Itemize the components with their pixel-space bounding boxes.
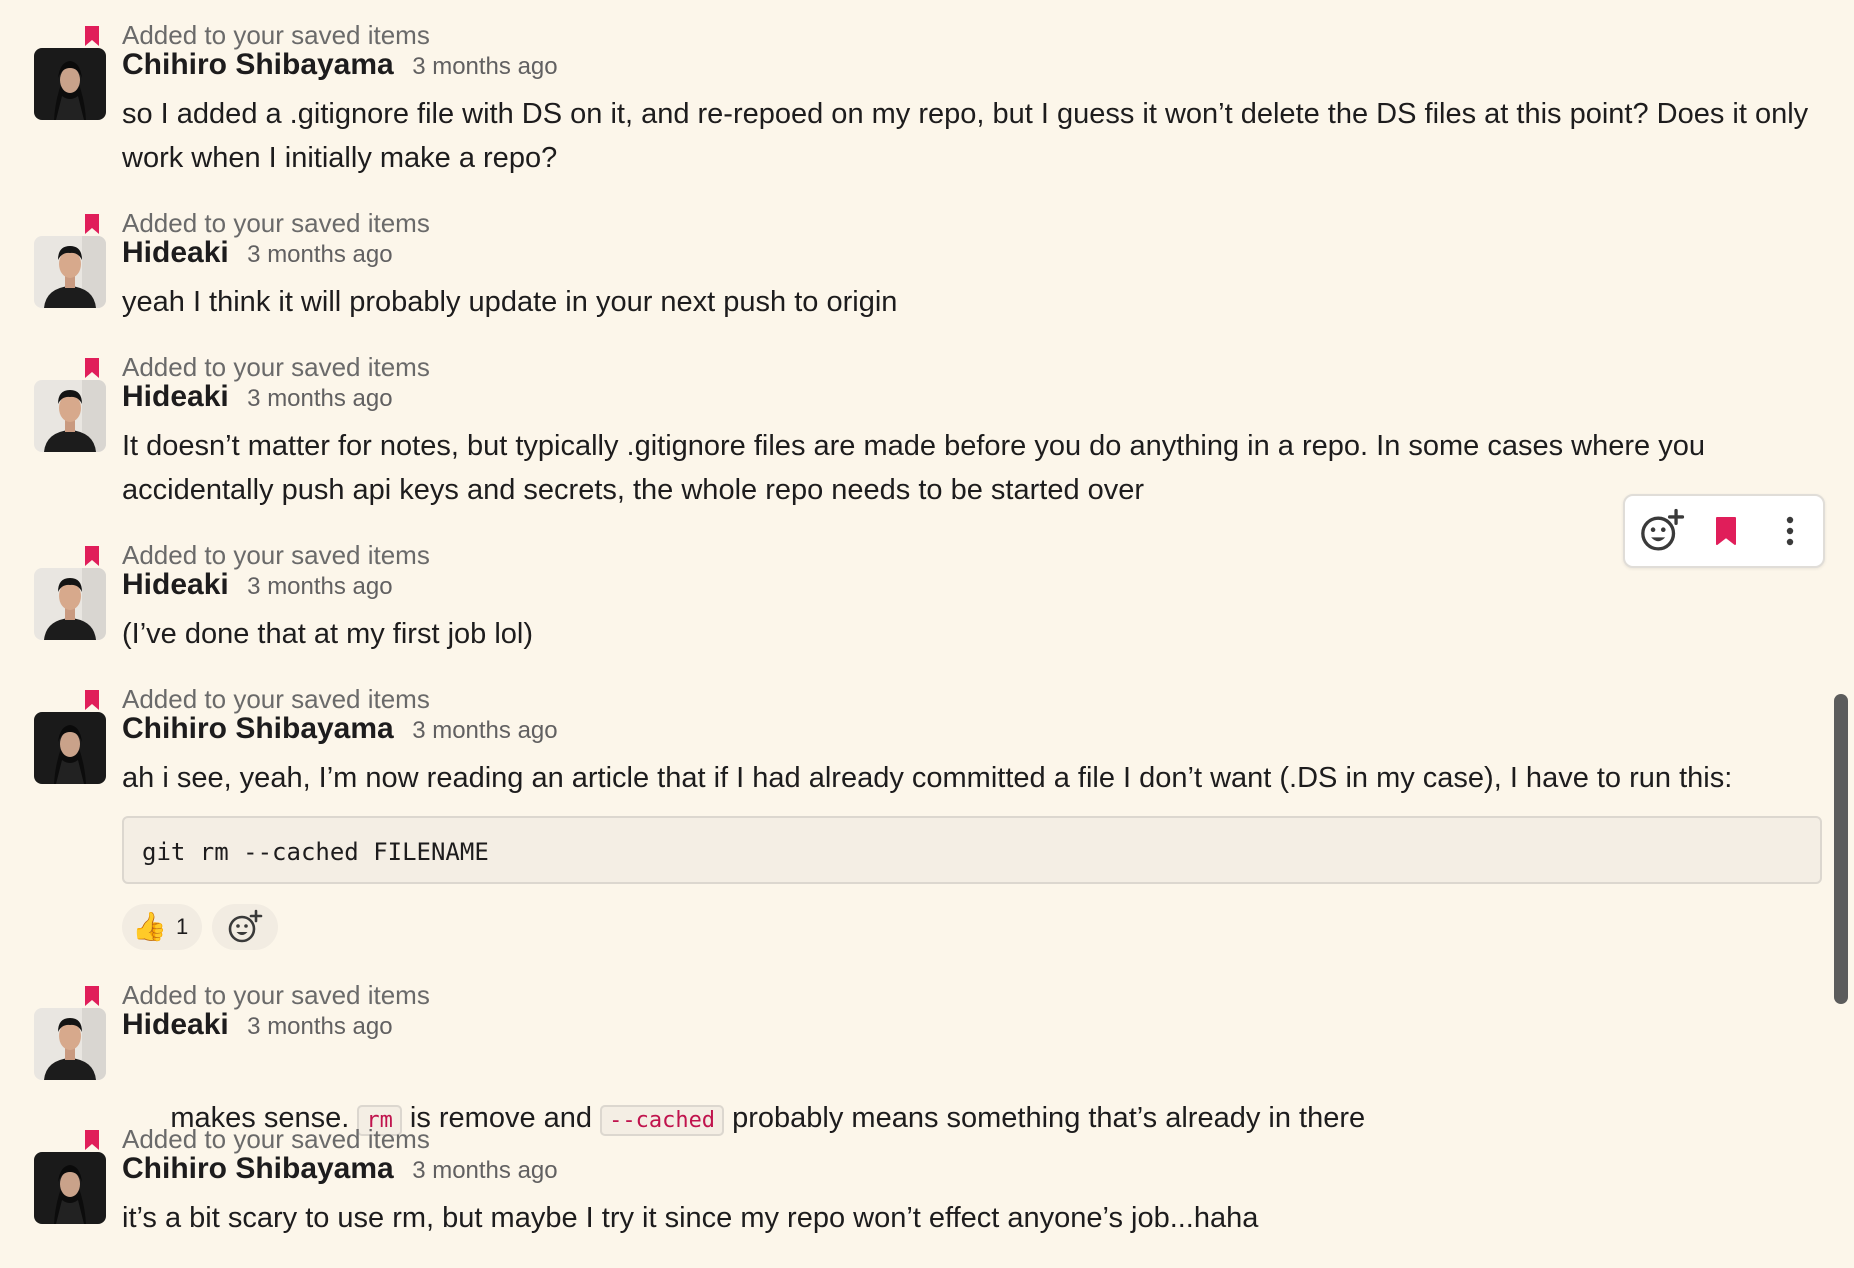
message-text: It doesn’t matter for notes, but typical… [122, 430, 1705, 506]
avatar[interactable] [34, 568, 106, 640]
message-header: Chihiro Shibayama 3 months ago [122, 48, 558, 88]
author-name[interactable]: Hideaki [122, 568, 229, 601]
timestamp[interactable]: 3 months ago [412, 1157, 557, 1184]
author-name[interactable]: Hideaki [122, 1008, 229, 1041]
saved-indicator: Added to your saved items [0, 538, 600, 572]
timestamp[interactable]: 3 months ago [247, 241, 392, 268]
message-header: Hideaki 3 months ago [122, 380, 393, 420]
author-name[interactable]: Hideaki [122, 380, 229, 413]
avatar[interactable] [34, 380, 106, 452]
timestamp[interactable]: 3 months ago [247, 385, 392, 412]
message-text: yeah I think it will probably update in … [122, 286, 898, 318]
add-reaction-icon [228, 909, 263, 943]
message-text: ah i see, yeah, I’m now reading an artic… [122, 762, 1733, 794]
author-name[interactable]: Chihiro Shibayama [122, 48, 394, 81]
reaction-thumbs-up[interactable]: 👍 1 [122, 904, 202, 950]
timestamp[interactable]: 3 months ago [412, 717, 557, 744]
reaction-count: 1 [176, 914, 189, 939]
timestamp[interactable]: 3 months ago [412, 53, 557, 80]
thumbs-up-icon: 👍 [132, 911, 167, 942]
timestamp[interactable]: 3 months ago [247, 573, 392, 600]
more-actions-icon [1786, 516, 1794, 546]
message-header: Chihiro Shibayama 3 months ago [122, 1152, 558, 1192]
more-actions-button[interactable] [1767, 508, 1813, 554]
message-header: Hideaki 3 months ago [122, 1008, 393, 1048]
bookmark-icon [84, 25, 100, 47]
message-header: Hideaki 3 months ago [122, 236, 393, 276]
code-block[interactable]: git rm --cached FILENAME [122, 816, 1822, 884]
bookmark-icon [1716, 517, 1736, 545]
saved-label: Added to your saved items [122, 20, 430, 50]
bookmark-icon [84, 545, 100, 567]
timestamp[interactable]: 3 months ago [247, 1013, 392, 1040]
avatar[interactable] [34, 712, 106, 784]
scrollbar[interactable] [1834, 694, 1848, 1004]
avatar[interactable] [34, 1008, 106, 1080]
add-reaction-button[interactable] [1639, 508, 1685, 554]
saved-indicator: Added to your saved items [0, 682, 600, 716]
bookmark-icon [84, 689, 100, 711]
bookmark-icon [84, 357, 100, 379]
author-name[interactable]: Hideaki [122, 236, 229, 269]
author-name[interactable]: Chihiro Shibayama [122, 712, 394, 745]
saved-indicator: Added to your saved items [0, 206, 600, 240]
saved-label: Added to your saved items [122, 1124, 430, 1154]
message-header: Hideaki 3 months ago [122, 568, 393, 608]
saved-label: Added to your saved items [122, 352, 430, 382]
code-text: git rm --cached FILENAME [142, 838, 489, 866]
message-text-part: probably means something that’s already … [724, 1102, 1366, 1134]
saved-label: Added to your saved items [122, 540, 430, 570]
bookmark-icon [84, 1129, 100, 1151]
saved-indicator: Added to your saved items [0, 18, 600, 52]
message-text: it’s a bit scary to use rm, but maybe I … [122, 1202, 1259, 1234]
avatar[interactable] [34, 1152, 106, 1224]
saved-label: Added to your saved items [122, 208, 430, 238]
inline-code: --cached [600, 1105, 725, 1136]
saved-indicator: Added to your saved items [0, 1122, 600, 1156]
author-name[interactable]: Chihiro Shibayama [122, 1152, 394, 1185]
message-header: Chihiro Shibayama 3 months ago [122, 712, 558, 752]
saved-indicator: Added to your saved items [0, 978, 600, 1012]
saved-label: Added to your saved items [122, 684, 430, 714]
add-reaction-button[interactable] [212, 904, 278, 950]
message-text: so I added a .gitignore file with DS on … [122, 98, 1809, 174]
message-actions-toolbar [1623, 494, 1825, 568]
avatar[interactable] [34, 48, 106, 120]
saved-label: Added to your saved items [122, 980, 430, 1010]
message-text: (I’ve done that at my first job lol) [122, 618, 533, 650]
avatar[interactable] [34, 236, 106, 308]
add-reaction-icon [1641, 508, 1685, 551]
save-button[interactable] [1703, 508, 1749, 554]
bookmark-icon [84, 985, 100, 1007]
bookmark-icon [84, 213, 100, 235]
saved-indicator: Added to your saved items [0, 350, 600, 384]
